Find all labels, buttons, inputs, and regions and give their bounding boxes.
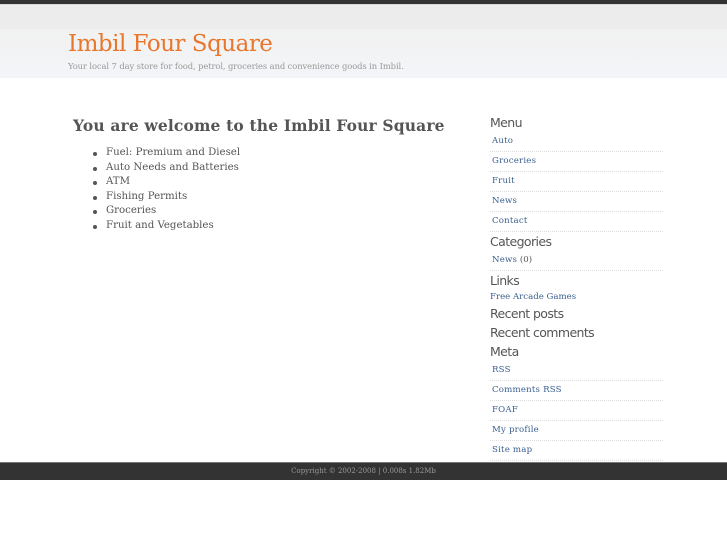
site-title[interactable]: Imbil Four Square (68, 31, 273, 57)
list-item: Fishing Permits (92, 190, 240, 205)
footer-copyright: Copyright © 2002-2008 | 0.008s 1.82Mb (291, 467, 436, 475)
list-item: Auto Needs and Batteries (92, 161, 240, 176)
meta-item-site-map: Site map (490, 441, 663, 461)
meta-link[interactable]: My profile (492, 425, 539, 435)
meta-item-my-profile: My profile (490, 421, 663, 441)
nav-band (0, 5, 727, 29)
site-tagline: Your local 7 day store for food, petrol,… (68, 61, 404, 71)
menu-link[interactable]: News (492, 196, 517, 206)
category-item-news: News (0) (490, 251, 663, 271)
link-free-arcade-games[interactable]: Free Arcade Games (490, 290, 663, 304)
menu-item-groceries: Groceries (490, 152, 663, 172)
categories-heading: Categories (490, 234, 552, 249)
meta-item-foaf: FOAF (490, 401, 663, 421)
meta-item-rss: RSS (490, 361, 663, 381)
menu-link[interactable]: Auto (492, 136, 513, 146)
footer: Copyright © 2002-2008 | 0.008s 1.82Mb (0, 462, 727, 480)
meta-link[interactable]: Comments RSS (492, 385, 562, 395)
recent-posts-heading: Recent posts (490, 306, 564, 321)
meta-item-comments-rss: Comments RSS (490, 381, 663, 401)
meta-list: RSS Comments RSS FOAF My profile Site ma… (490, 361, 663, 461)
list-item: ATM (92, 175, 240, 190)
menu-link[interactable]: Groceries (492, 156, 536, 166)
meta-link[interactable]: FOAF (492, 405, 518, 415)
menu-item-auto: Auto (490, 132, 663, 152)
menu-item-contact: Contact (490, 212, 663, 232)
meta-link[interactable]: RSS (492, 365, 511, 375)
menu-link[interactable]: Fruit (492, 176, 515, 186)
links-heading: Links (490, 273, 520, 288)
menu-link[interactable]: Contact (492, 216, 528, 226)
categories-list: News (0) (490, 251, 663, 271)
menu-list: Auto Groceries Fruit News Contact (490, 132, 663, 232)
meta-heading: Meta (490, 344, 519, 359)
category-count: (0) (519, 255, 533, 265)
list-item: Fuel: Premium and Diesel (92, 146, 240, 161)
sidebar: Menu Auto Groceries Fruit News Contact C… (490, 113, 663, 461)
menu-item-news: News (490, 192, 663, 212)
page-heading: You are welcome to the Imbil Four Square (73, 116, 445, 135)
list-item: Fruit and Vegetables (92, 219, 240, 234)
category-link[interactable]: News (492, 255, 517, 265)
recent-comments-heading: Recent comments (490, 325, 595, 340)
features-list: Fuel: Premium and Diesel Auto Needs and … (92, 146, 240, 234)
meta-link[interactable]: Site map (492, 445, 532, 455)
list-item: Groceries (92, 204, 240, 219)
menu-item-fruit: Fruit (490, 172, 663, 192)
menu-heading: Menu (490, 115, 523, 130)
